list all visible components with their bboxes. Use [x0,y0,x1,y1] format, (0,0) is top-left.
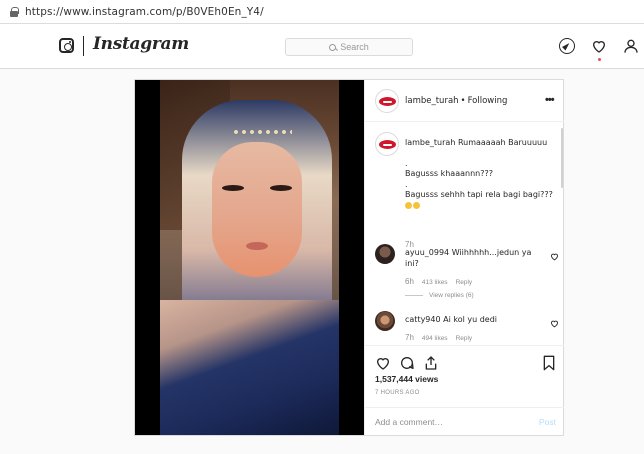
post-card: lambe_turah • Following ••• lambe_turah Ru… [134,79,564,436]
avatar[interactable] [375,89,399,113]
caption-line: Bagusss khaaannn??? [405,169,493,178]
post-header: lambe_turah • Following ••• [365,80,564,122]
post-author: lambe_turah • Following [405,96,507,106]
heart-icon[interactable] [591,38,607,54]
comment-meta: 6h 413 likes Reply [405,277,480,286]
view-replies-button[interactable]: View replies (6) [405,292,474,299]
search-input[interactable]: Search [285,38,413,56]
avatar[interactable] [375,132,399,156]
logo-divider [83,36,84,56]
like-comment-heart-icon[interactable] [550,319,559,328]
follow-status[interactable]: Following [468,96,508,106]
comments-list[interactable]: lambe_turah Rumaaaaah Baruuuuu . Bagusss… [365,122,564,345]
instagram-header: Instagram Search [0,24,644,69]
comment-likes[interactable]: 494 likes [422,335,448,342]
comment-meta: 7h 494 likes Reply [405,333,480,342]
comment-likes[interactable]: 413 likes [422,279,448,286]
compass-icon[interactable] [559,38,575,54]
like-comment-heart-icon[interactable] [550,252,559,261]
post-comment-button[interactable]: Post [539,417,556,427]
comment-text: Ai kol yu dedi [443,315,498,324]
avatar[interactable] [375,244,395,264]
comment-username[interactable]: catty940 [405,315,441,324]
author-username[interactable]: lambe_turah [405,96,459,106]
bookmark-icon[interactable] [542,355,556,371]
comment-username[interactable]: ayuu_0994 [405,248,449,257]
instagram-logo-text[interactable]: Instagram [93,34,189,54]
instagram-camera-icon[interactable] [59,38,74,53]
caption-line: Rumaaaaah Baruuuuu [457,138,548,147]
post-sidebar: lambe_turah • Following ••• lambe_turah Ru… [364,80,564,435]
more-options-button[interactable]: ••• [545,94,555,106]
separator: • [460,96,466,106]
search-icon [329,43,337,51]
reply-button[interactable]: Reply [456,279,473,286]
video-eye-right [270,185,292,191]
user-icon[interactable] [623,38,639,54]
video-eye-left [222,185,244,191]
caption-line: . [405,158,408,168]
lock-icon [10,6,19,17]
post-timestamp[interactable]: 7 HOURS AGO [375,390,420,396]
notification-dot [598,58,601,61]
caption-text: lambe_turah Rumaaaaah Baruuuuu . Bagusss… [405,138,557,211]
video-frame[interactable] [160,80,339,435]
comment-time[interactable]: 7h [405,333,414,342]
smile-emoji-icon [413,201,420,209]
share-icon[interactable] [423,355,439,371]
url-text[interactable]: https://www.instagram.com/p/B0VEh0En_Y4/ [25,6,264,18]
lips-logo-icon [379,97,396,106]
video-headband [232,128,292,138]
comment-bubble-icon[interactable] [399,355,415,371]
caption-line: . [405,179,408,189]
view-count[interactable]: 1,537,444 views [375,374,438,384]
comment-body: ayuu_0994 Wiihhhhh...jedun ya ini? [405,248,535,269]
comments-scrollbar[interactable] [561,128,563,188]
video-clothing [160,300,339,435]
add-comment-form: Add a comment… Post [365,407,564,435]
comment-body: catty940 Ai kol yu dedi [405,315,535,326]
caption-emojis [405,201,557,212]
comment-time[interactable]: 6h [405,277,414,286]
like-heart-icon[interactable] [375,355,391,371]
video-face [212,142,302,277]
post-video[interactable] [135,80,364,435]
video-lips [246,242,268,250]
search-placeholder: Search [340,42,369,52]
lips-logo-icon [379,140,396,149]
caption-username[interactable]: lambe_turah [405,138,455,147]
add-comment-input[interactable]: Add a comment… [375,417,443,427]
reply-button[interactable]: Reply [456,335,473,342]
browser-url-bar[interactable]: https://www.instagram.com/p/B0VEh0En_Y4/ [0,0,644,24]
avatar[interactable] [375,311,395,331]
smile-emoji-icon [405,201,412,209]
caption-line: Bagusss sehhh tapi rela bagi bagi??? [405,190,553,199]
